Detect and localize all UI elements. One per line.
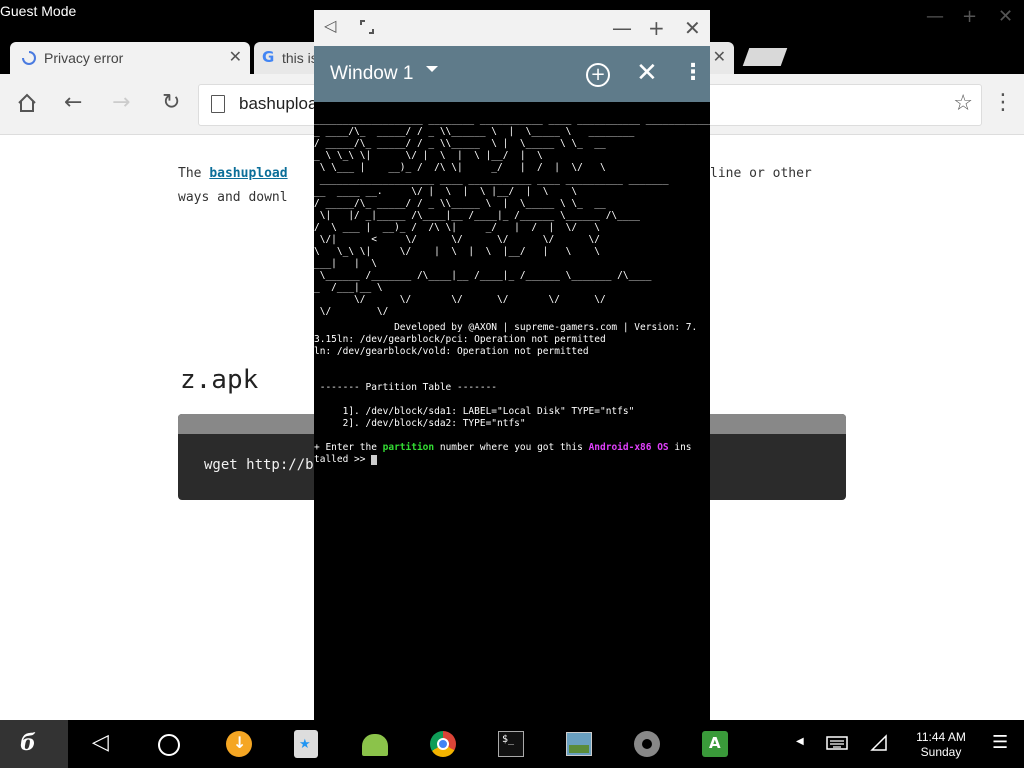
nav-home-icon[interactable] <box>158 734 180 756</box>
terminal-app-bar: Window 1 + ✕ ⋮ <box>314 46 710 102</box>
chrome-center-icon <box>437 738 449 750</box>
forward-icon[interactable]: → <box>112 90 130 115</box>
start-menu-button[interactable]: б <box>0 720 68 768</box>
terminal-line: Developed by @AXON | supreme-gamers.com … <box>314 322 698 333</box>
intro-text: The bashupload <box>178 166 288 181</box>
prompt-input-line[interactable]: talled >> <box>314 454 710 466</box>
terminal-screen[interactable]: ___________________ ________ ___________… <box>314 102 710 720</box>
tray-expand-icon[interactable]: ◀ <box>796 736 804 747</box>
page-info-icon[interactable] <box>211 95 225 113</box>
clock-day[interactable]: Sunday <box>906 745 976 759</box>
close-window-icon[interactable]: ✕ <box>636 58 658 88</box>
more-options-icon[interactable]: ⋮ <box>682 60 704 85</box>
download-app-icon[interactable]: ↓ <box>226 731 252 757</box>
guest-mode-label: Guest Mode <box>0 3 77 19</box>
prompt-line: + Enter the partition number where you g… <box>314 442 710 454</box>
prompt-text: number where you got this <box>434 442 589 453</box>
terminal-line: ------- Partition Table ------- <box>314 382 498 393</box>
terminal-window: ◁ — + ✕ Window 1 + ✕ ⋮ _________________… <box>314 10 710 720</box>
maximize-icon[interactable]: + <box>962 6 977 27</box>
gear-center-icon <box>642 739 652 749</box>
close-icon[interactable]: ✕ <box>684 16 701 40</box>
download-arrow-icon: ↓ <box>233 733 247 752</box>
settings-gear-icon[interactable] <box>634 731 660 757</box>
prompt-text: + Enter the <box>314 442 383 453</box>
tab-privacy-error[interactable]: Privacy error ✕ <box>10 42 250 74</box>
clock-time[interactable]: 11:44 AM <box>906 730 976 744</box>
prompt-keyword: partition <box>382 442 435 453</box>
loading-spinner-icon <box>22 51 36 65</box>
prompt-text: ins <box>668 442 692 453</box>
terminal-line: 1]. /dev/block/sda1: LABEL="Local Disk" … <box>314 406 635 417</box>
launcher-logo-icon: б <box>20 730 36 756</box>
bashupload-link[interactable]: bashupload <box>209 166 287 181</box>
gallery-landscape-icon <box>569 745 589 753</box>
tab-close-icon[interactable]: ✕ <box>713 47 726 66</box>
terminal-app-icon[interactable]: $_ <box>498 731 524 757</box>
prompt-os-name: Android-x86 OS <box>588 442 669 453</box>
ascii-banner: ___________________ ________ ___________… <box>314 114 710 317</box>
browser-menu-icon[interactable]: ⋮ <box>992 90 1014 115</box>
notifications-menu-icon[interactable]: ☰ <box>992 732 1008 753</box>
prompt-text: talled >> <box>314 454 372 465</box>
code-command[interactable]: wget http://ba <box>204 457 322 473</box>
apk-installer-icon[interactable]: A <box>702 731 728 757</box>
back-triangle-icon[interactable]: ◁ <box>324 16 336 35</box>
signal-icon[interactable] <box>870 734 888 752</box>
close-icon[interactable]: ✕ <box>998 6 1013 27</box>
tab-close-icon[interactable]: ✕ <box>229 47 242 66</box>
nav-back-icon[interactable]: ◁ <box>92 730 109 755</box>
terminal-output: Developed by @AXON | supreme-gamers.com … <box>314 322 710 466</box>
window-dropdown-icon[interactable] <box>426 66 438 72</box>
address-text: bashuploa <box>239 94 318 113</box>
terminal-titlebar: ◁ — + ✕ <box>314 10 710 46</box>
intro-text-tail: line or other <box>710 166 812 181</box>
store-star-icon: ★ <box>299 737 311 752</box>
terminal-line: 2]. /dev/block/sda2: TYPE="ntfs" <box>314 418 526 429</box>
google-icon: G <box>262 48 275 66</box>
window-title[interactable]: Window 1 <box>330 63 413 85</box>
terminal-line: 3.15ln: /dev/gearblock/pci: Operation no… <box>314 334 606 345</box>
terminal-prompt-icon: $_ <box>502 734 515 745</box>
home-icon[interactable] <box>16 92 38 114</box>
android-app-icon[interactable] <box>362 734 388 756</box>
minimize-icon[interactable]: — <box>612 16 632 40</box>
taskbar: б ◁ ↓ ★ $_ A ◀ 11:44 AM Sunday ☰ <box>0 720 1024 768</box>
terminal-line: ln: /dev/gearblock/vold: Operation not p… <box>314 346 589 357</box>
play-store-icon[interactable]: ★ <box>294 730 318 758</box>
gallery-icon[interactable] <box>566 732 592 756</box>
back-icon[interactable]: ← <box>64 90 82 115</box>
tab-label: Privacy error <box>44 50 124 66</box>
text-cursor <box>371 454 378 465</box>
reload-icon[interactable]: ↻ <box>162 90 180 115</box>
new-tab-button[interactable] <box>742 48 788 66</box>
intro-text-line2: ways and downl <box>178 190 288 205</box>
chrome-icon[interactable] <box>430 731 456 757</box>
intro-prefix: The <box>178 166 210 181</box>
maximize-icon[interactable]: + <box>648 16 665 40</box>
apk-logo-icon: A <box>709 734 721 752</box>
keyboard-icon[interactable] <box>826 736 848 750</box>
minimize-icon[interactable]: — <box>926 6 944 27</box>
bookmark-star-icon[interactable]: ☆ <box>953 91 973 116</box>
resize-icon[interactable] <box>360 20 374 34</box>
new-window-plus-icon[interactable]: + <box>586 63 610 87</box>
file-heading: z.apk <box>180 365 259 395</box>
